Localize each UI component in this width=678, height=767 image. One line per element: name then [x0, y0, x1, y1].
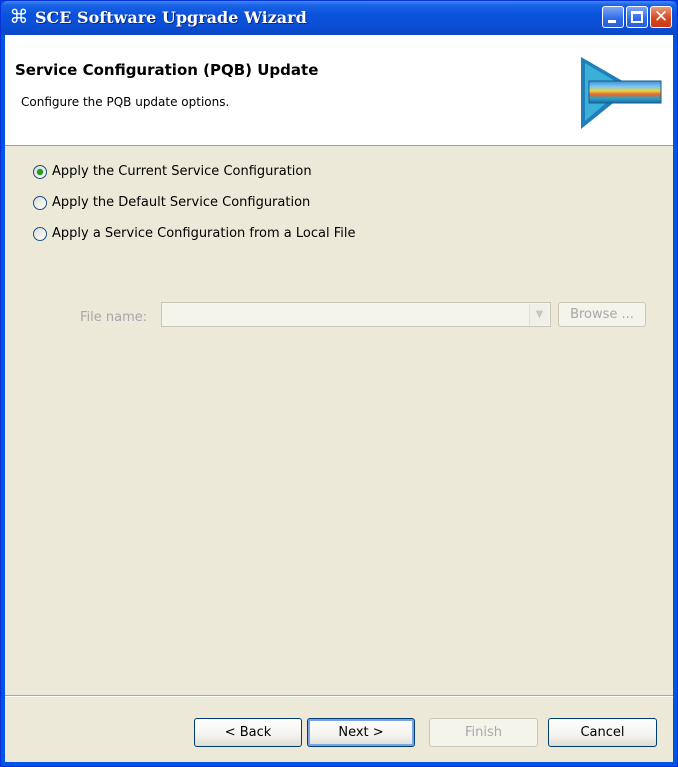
radio-label: Apply the Default Service Configuration [52, 195, 311, 210]
radio-label: Apply the Current Service Configuration [52, 164, 312, 179]
finish-button[interactable]: Finish [429, 718, 538, 747]
wizard-body: Service Configuration (PQB) Update Confi… [5, 35, 673, 762]
window-title: SCE Software Upgrade Wizard [35, 8, 307, 27]
radio-button-selected[interactable] [33, 165, 47, 179]
radio-label: Apply a Service Configuration from a Loc… [52, 226, 356, 241]
wizard-banner-icon [581, 57, 662, 129]
footer-divider [5, 695, 673, 697]
minimize-button[interactable] [602, 6, 624, 28]
radio-selected-dot [37, 169, 43, 175]
file-name-label: File name: [80, 310, 148, 325]
file-name-combo[interactable]: ▼ [161, 302, 551, 327]
page-title: Service Configuration (PQB) Update [15, 61, 319, 79]
title-bar[interactable]: ⌘ SCE Software Upgrade Wizard ✕ [1, 1, 677, 35]
wizard-window: ⌘ SCE Software Upgrade Wizard ✕ Service … [0, 0, 678, 767]
cancel-button[interactable]: Cancel [548, 718, 657, 747]
radio-button[interactable] [33, 227, 47, 241]
minimize-icon [608, 20, 616, 23]
maximize-icon [631, 11, 643, 23]
close-button[interactable]: ✕ [650, 6, 672, 28]
close-icon: ✕ [653, 7, 669, 27]
browse-button[interactable]: Browse ... [558, 302, 646, 327]
chevron-down-icon[interactable]: ▼ [529, 304, 549, 325]
next-button[interactable]: Next > [307, 718, 415, 747]
wizard-header: Service Configuration (PQB) Update Confi… [5, 35, 673, 146]
radio-button[interactable] [33, 196, 47, 210]
maximize-button[interactable] [626, 6, 648, 28]
back-button[interactable]: < Back [194, 718, 302, 747]
page-description: Configure the PQB update options. [21, 95, 230, 109]
app-icon: ⌘ [9, 6, 29, 28]
